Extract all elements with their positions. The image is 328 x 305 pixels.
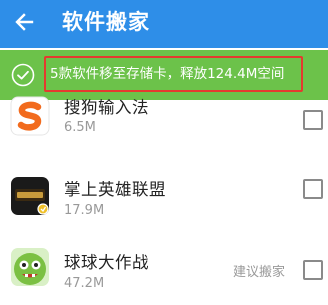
check-circle-icon (11, 63, 35, 87)
list-item-sogou[interactable]: 搜狗输入法 6.5M (0, 92, 328, 158)
app-name: 球球大作战 (64, 253, 149, 272)
list-item-lol[interactable]: 掌上英雄联盟 17.9M (0, 166, 328, 232)
arrow-left-icon (15, 13, 34, 31)
app-size: 47.2M (64, 276, 105, 291)
sogou-input-app-icon (10, 96, 50, 136)
banner-message: 5款软件移至存储卡，释放124.4M空间 (44, 56, 303, 92)
select-checkbox[interactable] (303, 179, 323, 199)
app-size: 6.5M (64, 120, 96, 135)
select-checkbox[interactable] (303, 260, 323, 280)
app-bar: 软件搬家 (0, 0, 328, 48)
list-item-ball-battle[interactable]: 球球大作战 47.2M 建议搬家 (0, 239, 328, 305)
app-name: 掌上英雄联盟 (64, 180, 166, 199)
app-size: 17.9M (64, 203, 105, 218)
lol-app-icon (11, 177, 49, 215)
page-title: 软件搬家 (62, 10, 150, 34)
select-checkbox[interactable] (303, 110, 323, 130)
app-list: 搜狗输入法 6.5M 掌上英雄联盟 17.9M 球球大作战 47.2M 建议搬家 (0, 96, 328, 299)
app-name: 搜狗输入法 (64, 98, 149, 117)
suggest-move-label: 建议搬家 (233, 265, 286, 280)
ball-battle-app-icon (11, 248, 49, 286)
back-button[interactable] (8, 6, 40, 38)
